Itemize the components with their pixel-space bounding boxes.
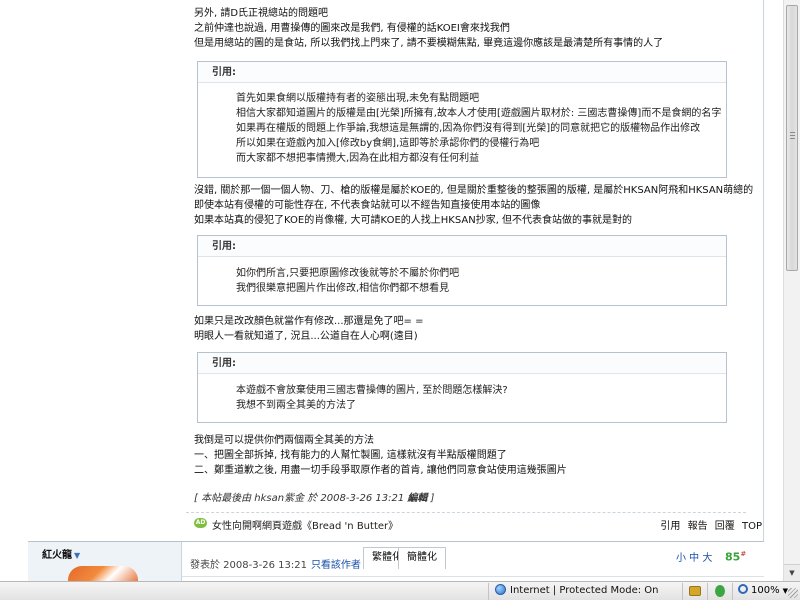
top-action-link[interactable]: TOP [742, 521, 762, 532]
post-text-line: 明眼人一看就知道了, 況且...公道自在人心啊(遠目) [194, 331, 418, 342]
quote-block: 引用: 本遊戲不會放棄使用三國志曹操傳的圖片, 至於問題怎樣解決? 我想不到兩全… [197, 352, 727, 423]
ad-icon: AD [194, 518, 207, 528]
resize-grip[interactable] [788, 588, 798, 598]
zoom-level: 100% [751, 585, 780, 596]
divider [488, 583, 489, 600]
divider [707, 583, 708, 600]
posted-on-text: 發表於 2008-3-26 13:21 [190, 560, 307, 571]
quote-line: 如果再在權版的問題上作爭論,我想這是無謂的,因為你們沒有得到[光榮]的同意就把它… [236, 123, 701, 134]
reply-action-link[interactable]: 回覆 [715, 521, 735, 532]
zoom-control[interactable]: 100% ▼ [738, 584, 788, 596]
author-name-text: 紅火龍 [42, 550, 72, 561]
edit-note-bold: 編輯 [407, 493, 428, 504]
avatar [68, 566, 138, 581]
post-text-line: 我倒是可以提供你們兩個兩全其美的方法 [194, 435, 374, 446]
vertical-scrollbar[interactable]: ▼ [783, 0, 800, 581]
scroll-thumb[interactable] [786, 5, 798, 271]
signature-bar: AD 女性向開啊網頁遊戲《Bread 'n Butter》 引用 報告 回覆 T… [186, 512, 762, 534]
quote-header: 引用: [198, 236, 726, 257]
quote-header: 引用: [198, 62, 726, 83]
divider [682, 583, 683, 600]
grip-line [790, 132, 795, 133]
simplified-convert-button[interactable]: 簡體化 [398, 547, 446, 569]
edit-note: [ 本帖最後由 hksan紫金 於 2008-3-26 13:21 編輯 ] [194, 489, 434, 504]
post-meta: 發表於 2008-3-26 13:21 只看該作者 [190, 556, 361, 571]
quote-line: 所以如果在遊戲內加入[修改by食網],這即等於承認你們的侵權行為吧 [236, 138, 540, 149]
quote-line: 本遊戲不會放棄使用三國志曹操傳的圖片, 至於問題怎樣解決? [236, 385, 508, 396]
divider [732, 583, 733, 600]
next-post: 紅火龍 ▼ 發表於 2008-3-26 13:21 只看該作者 繁體化 簡體化 小 … [28, 541, 764, 581]
edit-note-suffix: ] [427, 493, 435, 504]
edit-note-text: 本帖最後由 hksan紫金 於 2008-3-26 13:21 [201, 493, 408, 504]
post-text-line: 沒錯, 關於那一個一個人物、刀、槍的版權是屬於KOE的, 但是關於重整後的整張圖… [194, 185, 754, 196]
post-text-line: 二、鄭重道歉之後, 用盡一切手段爭取原作者的首肯, 讓他們同意食站使用這幾張圖片 [194, 465, 567, 476]
next-post-author-panel: 紅火龍 ▼ [28, 542, 182, 581]
post-text-line: 如果只是改改顏色就當作有修改...那還是免了吧= = [194, 316, 424, 327]
quote-line: 首先如果食網以版權持有者的姿態出現,未免有點問題吧 [236, 93, 480, 104]
lock-icon[interactable] [689, 586, 701, 596]
quote-line: 而大家都不想把事情攪大,因為在此相方都沒有任何利益 [236, 153, 480, 164]
post-text-line: 一、把圖全部拆掉, 找有能力的人幫忙製圖, 這樣就沒有半點版權問題了 [194, 450, 507, 461]
font-size-links[interactable]: 小 中 大 [676, 549, 712, 564]
post-text-line: 之前仲達也說過, 用曹操傳的圖來改是我們, 有侵權的話KOEI會來找我們 [194, 23, 510, 34]
post-text-line: 但是用總站的圖的是食站, 所以我們找上門來了, 請不要模糊焦點, 畢竟這邊你應該… [194, 38, 664, 49]
quote-line: 我們很樂意把圖片作出修改,相信你們都不想看見 [236, 283, 450, 294]
author-name[interactable]: 紅火龍 ▼ [42, 546, 80, 561]
globe-icon [495, 584, 506, 595]
left-gutter [0, 0, 28, 581]
author-column [28, 0, 182, 541]
quote-block: 引用: 首先如果食網以版權持有者的姿態出現,未免有點問題吧 相信大家都知道圖片的… [197, 61, 727, 178]
only-author-link[interactable]: 只看該作者 [311, 560, 361, 571]
scroll-down-button[interactable]: ▼ [784, 564, 800, 581]
quote-line: 相信大家都知道圖片的版權是由[光榮]所擁有,故本人才使用[遊戲圖片取材於: 三國… [236, 108, 722, 119]
chevron-down-icon[interactable]: ▼ [74, 551, 80, 560]
zoom-icon [738, 584, 748, 594]
signature-ad-link[interactable]: 女性向開啊網頁遊戲《Bread 'n Butter》 [212, 517, 398, 532]
quote-action-link[interactable]: 引用 [660, 521, 680, 532]
page-viewport: 另外, 請D氏正視總站的問題吧 之前仲達也說過, 用曹操傳的圖來改是我們, 有侵… [0, 0, 783, 581]
report-action-link[interactable]: 報告 [688, 521, 708, 532]
post-actions: 引用 報告 回覆 TOP [656, 517, 762, 532]
floor-number-sup: # [740, 550, 747, 558]
security-zone[interactable]: Internet | Protected Mode: On [495, 584, 658, 596]
security-zone-text: Internet | Protected Mode: On [510, 585, 659, 596]
post-text-line: 即使本站有侵權的可能性存在, 不代表食站就可以不經告知直接使用本站的圖像 [194, 200, 541, 211]
grip-line [790, 135, 795, 136]
security-icon[interactable] [715, 585, 725, 597]
quote-line: 如你們所言,只要把原圖修改後就等於不屬於你們吧 [236, 268, 460, 279]
quote-line: 我想不到兩全其美的方法了 [236, 400, 356, 411]
grip-line [790, 138, 795, 139]
quote-block: 引用: 如你們所言,只要把原圖修改後就等於不屬於你們吧 我們很樂意把圖片作出修改… [197, 235, 727, 306]
quote-header: 引用: [198, 353, 726, 374]
floor-number: 85# [725, 550, 746, 564]
status-bar: Internet | Protected Mode: On 100% ▼ [0, 581, 800, 600]
divider [182, 576, 764, 577]
post-text-line: 另外, 請D氏正視總站的問題吧 [194, 8, 329, 19]
post-text-line: 如果本站真的侵犯了KOE的肖像權, 大可請KOE的人找上HKSAN抄家, 但不代… [194, 215, 633, 226]
floor-number-text: 85 [725, 550, 741, 564]
